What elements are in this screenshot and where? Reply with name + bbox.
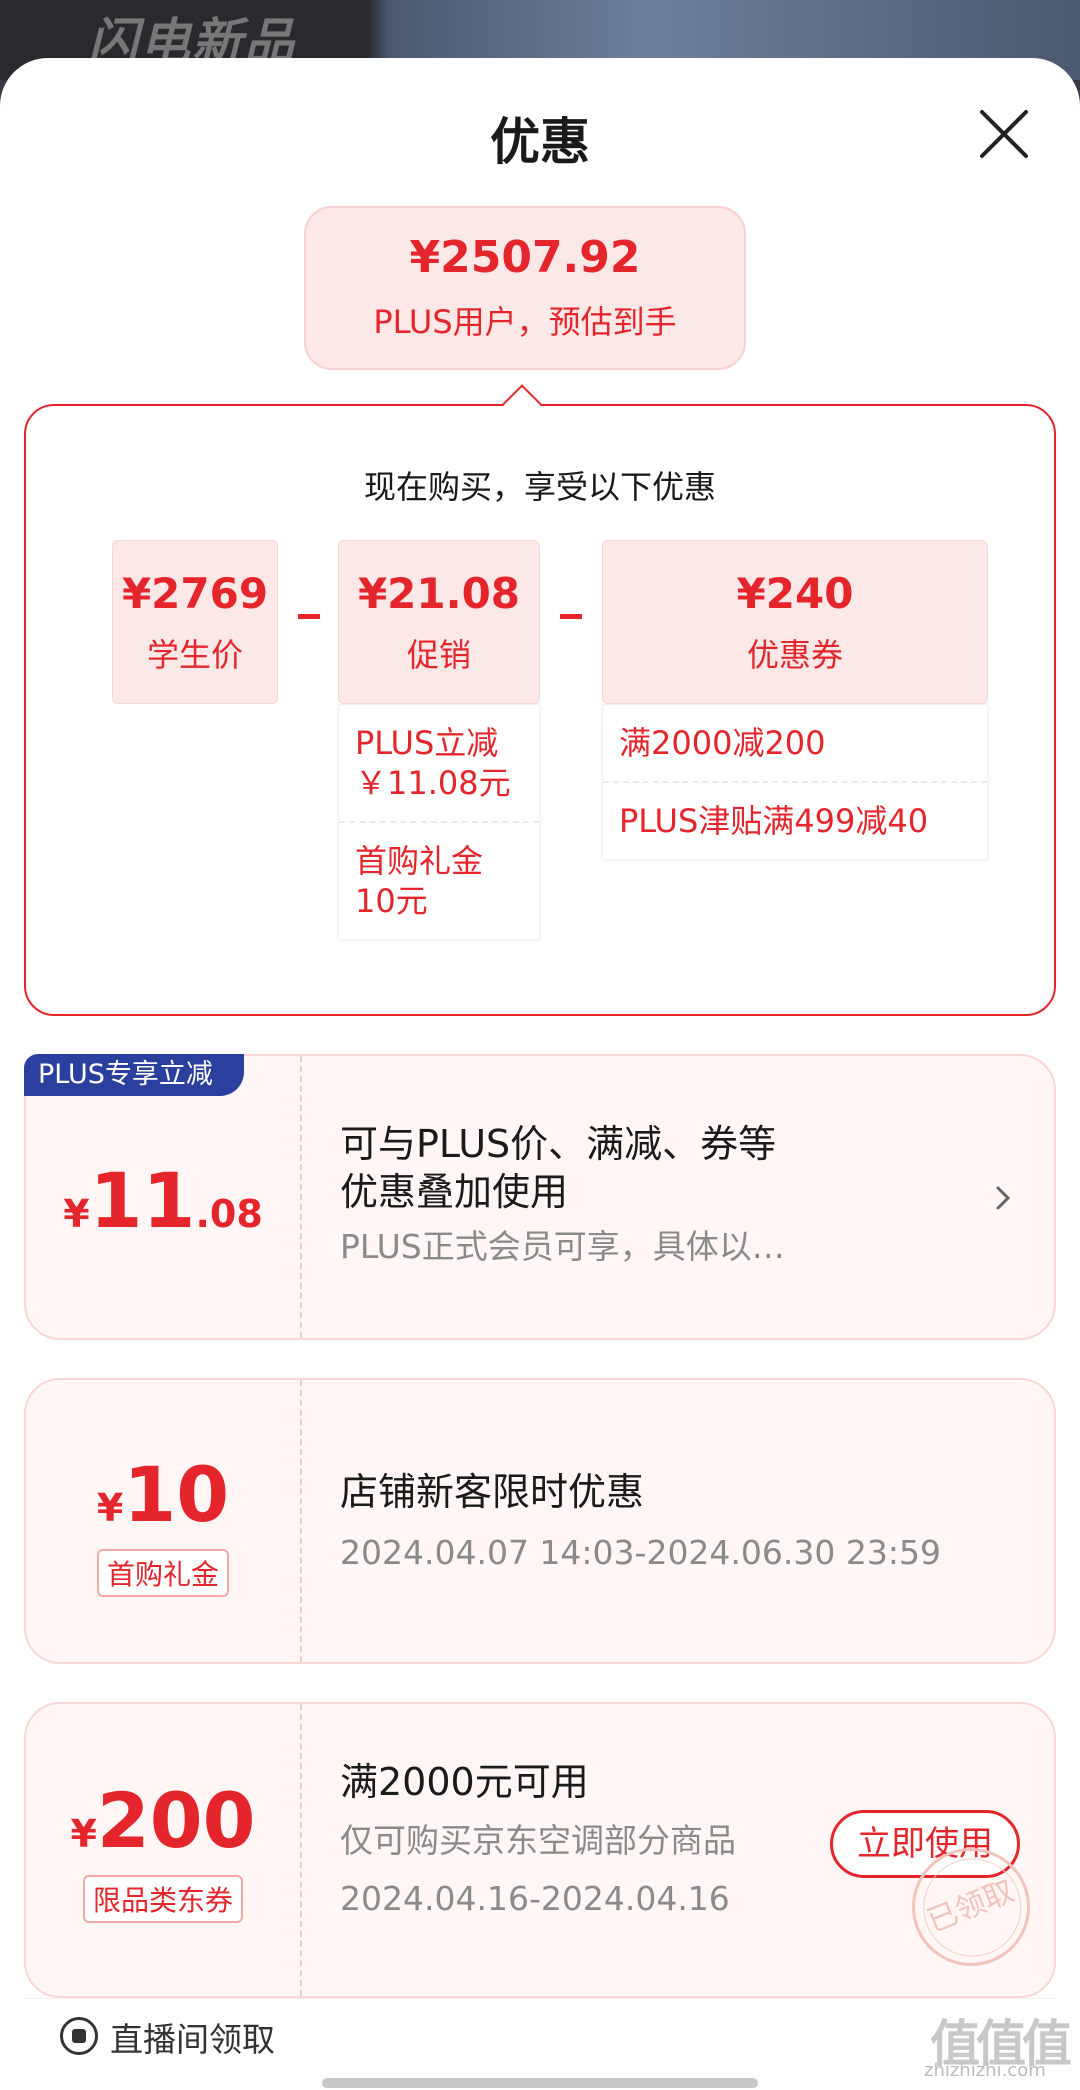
live-room-claim-row[interactable]: 直播间领取 (24, 1998, 1056, 2074)
base-price-amount: ¥2769 (121, 569, 269, 618)
estimated-price-note: PLUS用户，预估到手 (373, 303, 677, 341)
estimated-price-pill: ¥2507.92 PLUS用户，预估到手 (304, 206, 746, 370)
coupon-info: 可与PLUS价、满减、券等 优惠叠加使用 PLUS正式会员可享，具体以… (340, 1056, 1014, 1338)
coupon-amount: ¥11.08 (63, 1156, 263, 1245)
minus-sign (560, 614, 582, 619)
estimated-price: ¥2507.92 (409, 232, 641, 283)
breakdown-heading: 现在购买，享受以下优惠 (363, 468, 716, 506)
minus-sign (298, 614, 320, 619)
coupon-detail-item: 满2000减200 (619, 724, 826, 762)
coupon-card-plus[interactable]: ¥11.08 可与PLUS价、满减、券等 优惠叠加使用 PLUS正式会员可享，具… (24, 1054, 1056, 1340)
live-room-claim-label: 直播间领取 (110, 2020, 275, 2059)
coupon-type-tag: 首购礼金 (96, 1549, 229, 1597)
coupon-amount: ¥10 (96, 1450, 230, 1539)
promo-detail-item: 首购礼金 10元 (339, 821, 539, 939)
coupon-total-box: ¥240 优惠券 (602, 540, 988, 704)
coupon-validity: 2024.04.07 14:03-2024.06.30 23:59 (340, 1533, 941, 1572)
promo-amount: ¥21.08 (357, 569, 521, 618)
sheet-title: 优惠 (490, 113, 590, 171)
coupon-amount: ¥200 (70, 1776, 256, 1865)
base-price-box: ¥2769 学生价 (112, 540, 278, 704)
coupon-card-category[interactable]: ¥200 限品类东券 满2000元可用 仅可购买京东空调部分商品 2024.04… (24, 1702, 1056, 1998)
live-stream-icon (60, 2017, 98, 2055)
promo-detail-item: PLUS立减 ￥11.08元 (355, 724, 511, 802)
coupon-total-amount: ¥240 (736, 569, 854, 618)
coupon-title: 可与PLUS价、满减、券等 (340, 1122, 777, 1166)
base-price-label: 学生价 (146, 636, 243, 674)
coupon-title: 优惠叠加使用 (340, 1170, 569, 1214)
coupon-amount-area: ¥200 限品类东券 (26, 1704, 302, 1996)
coupon-amount-area: ¥11.08 (26, 1056, 302, 1338)
coupon-detail-item: PLUS津贴满499减40 (603, 781, 987, 859)
coupon-card-first-purchase[interactable]: ¥10 首购礼金 店铺新客限时优惠 2024.04.07 14:03-2024.… (24, 1378, 1056, 1664)
promo-label: 促销 (406, 636, 471, 674)
coupon-type-tag: 限品类东券 (82, 1875, 243, 1923)
plus-exclusive-badge: PLUS专享立减 (24, 1054, 244, 1096)
coupon-desc: PLUS正式会员可享，具体以… (340, 1227, 785, 1266)
coupon-info: 店铺新客限时优惠 2024.04.07 14:03-2024.06.30 23:… (340, 1380, 1014, 1662)
site-watermark-url: zhizhizhi.com (924, 2060, 1046, 2081)
close-icon[interactable] (976, 106, 1032, 162)
coupon-title: 满2000元可用 (340, 1760, 589, 1804)
coupon-total-label: 优惠券 (746, 636, 843, 674)
price-breakdown-panel: 现在购买，享受以下优惠 ¥2769 学生价 ¥21.08 促销 ¥240 优惠券… (24, 404, 1056, 1016)
coupon-detail-list: 满2000减200 PLUS津贴满499减40 (602, 704, 988, 860)
home-indicator (322, 2078, 758, 2088)
coupon-title: 店铺新客限时优惠 (340, 1470, 645, 1514)
coupon-amount-area: ¥10 首购礼金 (26, 1380, 302, 1662)
promo-detail-list: PLUS立减 ￥11.08元 首购礼金 10元 (338, 704, 540, 940)
chevron-right-icon[interactable] (992, 1178, 1016, 1218)
promo-box: ¥21.08 促销 (338, 540, 540, 704)
